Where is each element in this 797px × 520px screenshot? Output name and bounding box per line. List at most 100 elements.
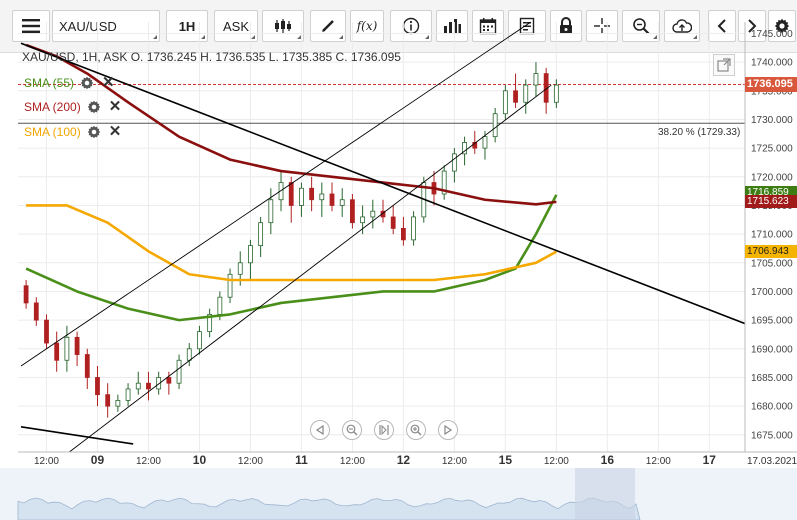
y-tick-label: 1730.000 bbox=[751, 115, 793, 126]
triangle-right-icon bbox=[444, 425, 453, 435]
zoom-in-icon bbox=[410, 424, 422, 436]
x-tick-label: 12:00 bbox=[34, 456, 59, 467]
candle-body bbox=[135, 382, 141, 390]
y-tick-label: 1690.000 bbox=[751, 344, 793, 355]
candle-body bbox=[54, 342, 60, 361]
y-tick-label: 1740.000 bbox=[751, 58, 793, 69]
candle-body bbox=[237, 262, 243, 275]
candle-body bbox=[258, 222, 264, 247]
indicator-settings[interactable] bbox=[87, 100, 101, 114]
candle-body bbox=[176, 359, 182, 384]
price-chart[interactable]: 1675.000 1680.000 1685.000 1690.000 1695.000… bbox=[0, 0, 797, 520]
indicator-sma-200[interactable]: SMA (200) ✕ bbox=[24, 99, 122, 114]
candle-body bbox=[95, 377, 100, 396]
candle-body bbox=[513, 90, 518, 103]
x-tick-label: 11 bbox=[295, 453, 308, 467]
y-tick-label: 1675.000 bbox=[751, 430, 793, 441]
candle-body bbox=[451, 153, 457, 172]
candle-body bbox=[339, 199, 345, 206]
x-tick-label: 12 bbox=[397, 453, 411, 467]
indicator-remove-close-icon[interactable]: ✕ bbox=[109, 99, 122, 114]
trend-line bbox=[68, 84, 552, 452]
x-tick-label: 12:00 bbox=[238, 456, 263, 467]
candle-body bbox=[84, 354, 90, 378]
candle-body bbox=[482, 136, 488, 149]
x-tick-label: 12:00 bbox=[340, 456, 365, 467]
candle-body bbox=[186, 348, 192, 361]
y-tick-label: 1705.000 bbox=[751, 258, 793, 269]
fibonacci-level-label: 38.20 % (1729.33) bbox=[658, 127, 741, 138]
y-tick-label: 1680.000 bbox=[751, 402, 793, 413]
nav-back-button[interactable] bbox=[310, 420, 330, 440]
candle-body bbox=[400, 227, 406, 241]
y-tick-label: 1710.000 bbox=[751, 230, 793, 241]
candle-body bbox=[288, 182, 294, 206]
navigator-window bbox=[575, 468, 635, 520]
candle-body bbox=[146, 382, 151, 390]
nav-zoom-in-button[interactable] bbox=[406, 420, 426, 440]
indicator-remove-close-icon[interactable]: ✕ bbox=[102, 75, 115, 90]
chart-axes: 1675.000 1680.000 1685.000 1690.000 1695.000… bbox=[18, 22, 797, 467]
candle-body bbox=[329, 193, 335, 206]
x-tick-label: 12:00 bbox=[544, 456, 569, 467]
x-tick-label: 12:00 bbox=[646, 456, 671, 467]
nav-forward-button[interactable] bbox=[438, 420, 458, 440]
x-tick-label: 09 bbox=[91, 453, 105, 467]
candle-body bbox=[115, 399, 121, 407]
expand-icon bbox=[717, 58, 731, 72]
x-tick-label: 17 bbox=[703, 453, 717, 467]
triangle-left-icon bbox=[315, 425, 324, 435]
y-tick-label: 1695.000 bbox=[751, 316, 793, 327]
candle-body bbox=[553, 84, 559, 103]
pause-icon bbox=[379, 424, 389, 436]
candle-body bbox=[350, 199, 355, 224]
candle-body bbox=[502, 90, 508, 115]
candle-body bbox=[309, 187, 315, 201]
sma200-price-label: 1715.623 bbox=[745, 195, 797, 209]
candle-body bbox=[217, 296, 223, 315]
candle-body bbox=[64, 336, 70, 361]
indicator-sma-100[interactable]: SMA (100) ✕ bbox=[24, 124, 122, 139]
candle-body bbox=[197, 331, 202, 350]
y-tick-label: 1700.000 bbox=[751, 287, 793, 298]
y-tick-label: 1725.000 bbox=[751, 144, 793, 155]
candle-body bbox=[411, 216, 416, 241]
candle-body bbox=[523, 84, 529, 103]
gear-icon bbox=[87, 100, 101, 114]
x-tick-label: 17.03.2021 bbox=[747, 456, 797, 467]
candle-body bbox=[23, 285, 29, 304]
y-tick-label: 1745.000 bbox=[751, 29, 793, 40]
y-tick-label: 1685.000 bbox=[751, 373, 793, 384]
y-tick-label: 1720.000 bbox=[751, 172, 793, 183]
ohlc-legend: XAU/USD, 1H, ASK O. 1736.245 H. 1736.535… bbox=[22, 50, 401, 64]
candle-body bbox=[74, 336, 80, 355]
x-tick-label: 10 bbox=[193, 453, 207, 467]
nav-zoom-out-button[interactable] bbox=[342, 420, 362, 440]
indicator-settings[interactable] bbox=[87, 125, 101, 139]
candle-body bbox=[268, 199, 274, 224]
gear-icon bbox=[80, 76, 94, 90]
x-tick-label: 16 bbox=[601, 453, 615, 467]
candles bbox=[23, 62, 559, 418]
indicator-label: SMA (55) bbox=[24, 76, 75, 90]
trend-line bbox=[20, 425, 134, 445]
candle-body bbox=[360, 216, 366, 224]
indicator-sma-55[interactable]: SMA (55) ✕ bbox=[24, 75, 115, 90]
trend-line bbox=[20, 42, 745, 325]
candle-body bbox=[166, 377, 172, 384]
x-tick-label: 12:00 bbox=[136, 456, 161, 467]
candle-body bbox=[390, 216, 396, 229]
indicator-settings[interactable] bbox=[80, 76, 94, 90]
candle-body bbox=[370, 210, 376, 218]
candle-body bbox=[227, 273, 233, 298]
candle-body bbox=[105, 394, 111, 407]
expand-chart-button[interactable] bbox=[713, 54, 735, 76]
candle-body bbox=[492, 113, 498, 138]
candle-body bbox=[33, 302, 39, 321]
indicator-remove-close-icon[interactable]: ✕ bbox=[109, 124, 122, 139]
indicator-label: SMA (100) bbox=[24, 125, 81, 139]
candle-body bbox=[533, 73, 539, 86]
x-tick-label: 15 bbox=[499, 453, 513, 467]
x-tick-label: 12:00 bbox=[442, 456, 467, 467]
nav-pause-button[interactable] bbox=[374, 420, 394, 440]
